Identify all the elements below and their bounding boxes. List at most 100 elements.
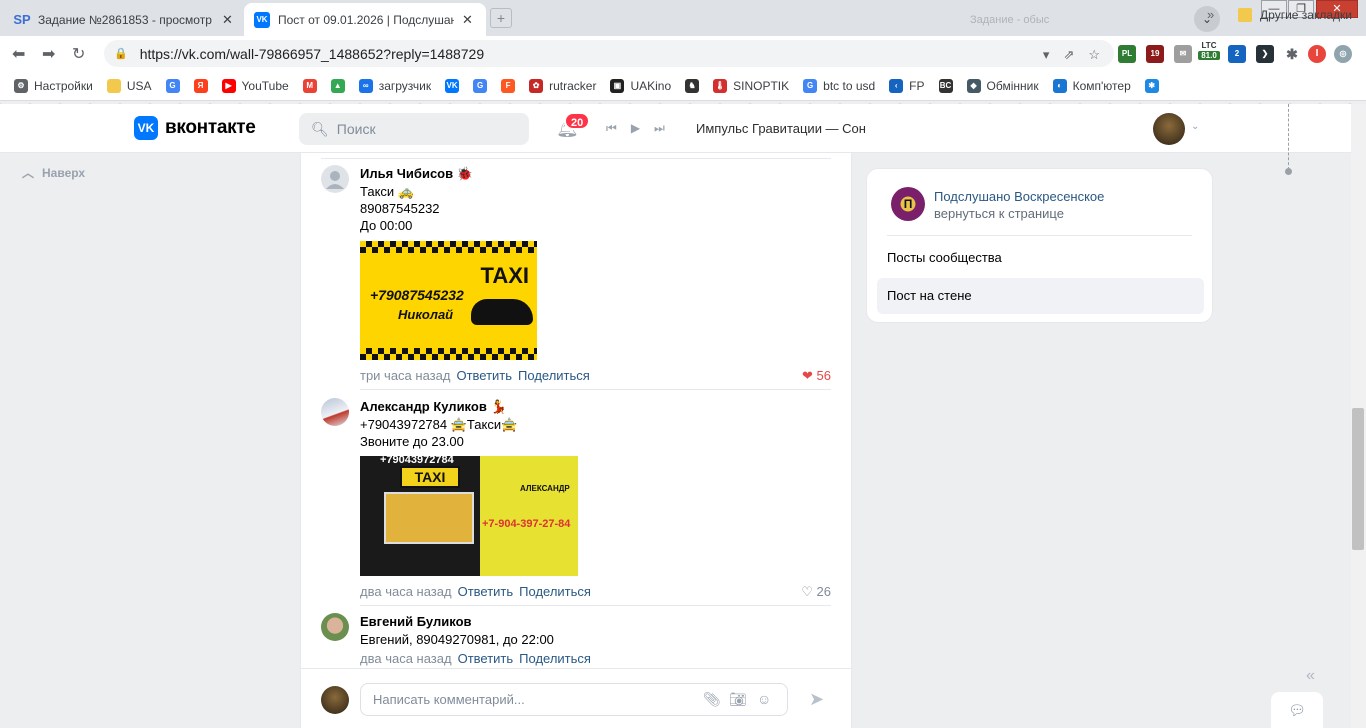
search-placeholder: Поиск: [336, 121, 376, 137]
sidebar-item-community-posts[interactable]: Посты сообщества: [877, 240, 1204, 276]
bookmark-item[interactable]: Gbtc to usd: [803, 78, 876, 93]
comment-text-line: Евгений, 89049270981, до 22:00: [360, 632, 554, 647]
bookmark-item[interactable]: ▲: [330, 78, 345, 93]
user-avatar[interactable]: [321, 613, 349, 641]
address-bar[interactable]: 🔒 https://vk.com/wall-79866957_1488652?r…: [104, 40, 1114, 67]
browser-tab-task[interactable]: SP Задание №2861853 - просмотр за ✕: [4, 3, 244, 36]
reply-link[interactable]: Ответить: [456, 368, 512, 383]
back-to-page-link[interactable]: вернуться к странице: [934, 206, 1064, 221]
share-link[interactable]: Поделиться: [519, 584, 591, 599]
extension-counter-icon[interactable]: 19: [1146, 45, 1164, 63]
comment-time[interactable]: два часа назад: [360, 584, 452, 599]
url-text[interactable]: https://vk.com/wall-79866957_1488652?rep…: [140, 46, 484, 62]
comment-input-placeholder: Написать комментарий...: [373, 692, 525, 707]
bookmark-item[interactable]: Я: [193, 78, 208, 93]
more-bookmarks-chevron-icon[interactable]: »: [1207, 7, 1214, 22]
close-tab-icon[interactable]: ✕: [222, 12, 233, 28]
bookmark-item[interactable]: ∞ загрузчик: [358, 78, 432, 93]
extension-pl-icon[interactable]: PL: [1118, 45, 1136, 63]
comment-image-taxi[interactable]: TAXI +79087545232 Николай: [360, 241, 537, 360]
next-track-icon[interactable]: ⏭: [654, 121, 665, 136]
comment-input[interactable]: Написать комментарий...: [360, 683, 788, 716]
like-button[interactable]: ❤ 56: [802, 367, 831, 385]
comment-author[interactable]: Александр Куликов 💃: [360, 398, 831, 416]
bookmark-item[interactable]: BC: [938, 78, 953, 93]
bookmark-item[interactable]: ✿ rutracker: [529, 78, 597, 93]
other-bookmarks-label: Другие закладки: [1260, 8, 1352, 22]
previous-track-icon[interactable]: ⏮: [606, 121, 617, 136]
vk-logo[interactable]: VK вконтакте: [134, 116, 256, 140]
bookmark-item[interactable]: ⚙ Настройки: [14, 78, 93, 93]
bookmark-item[interactable]: ✱: [1144, 78, 1159, 93]
bookmark-label: rutracker: [549, 78, 597, 93]
close-tab-icon[interactable]: ✕: [462, 12, 473, 28]
extension-mail-icon[interactable]: ✉: [1174, 45, 1192, 63]
extension-download-icon[interactable]: 2: [1228, 45, 1246, 63]
group-name-link[interactable]: Подслушано Воскресенское: [934, 189, 1104, 204]
bookmark-item[interactable]: VK: [445, 78, 460, 93]
share-link[interactable]: Поделиться: [519, 651, 591, 666]
bookmark-item[interactable]: ▣ UAKino: [610, 78, 671, 93]
scrollbar-thumb[interactable]: [1352, 408, 1364, 550]
profile-avatar[interactable]: I: [1308, 45, 1326, 63]
sidebar-item-wall-post[interactable]: Пост на стене: [877, 278, 1204, 314]
extension-terminal-icon[interactable]: ❯: [1256, 45, 1274, 63]
play-icon[interactable]: ▶: [631, 121, 640, 136]
bookmark-item[interactable]: F: [501, 78, 516, 93]
bookmark-star-icon[interactable]: ☆: [1088, 47, 1100, 63]
comment-time[interactable]: два часа назад: [360, 651, 452, 666]
back-arrow-icon[interactable]: ⬅: [12, 44, 25, 64]
bookmark-item[interactable]: ◐ Комп'ютер: [1052, 78, 1131, 93]
forward-arrow-icon[interactable]: ➡: [42, 44, 55, 64]
default-avatar[interactable]: [321, 165, 349, 193]
reply-link[interactable]: Ответить: [458, 651, 514, 666]
bookmark-item[interactable]: 🌡︎ SINOPTIK: [713, 78, 789, 93]
reply-link[interactable]: Ответить: [458, 584, 514, 599]
attach-paperclip-icon[interactable]: 📎︎: [703, 691, 721, 708]
camera-icon[interactable]: 📷︎: [729, 691, 747, 708]
comment-author[interactable]: Евгений Буликов: [360, 613, 831, 631]
new-tab-button[interactable]: +: [490, 8, 512, 28]
chevron-down-icon[interactable]: ⌄: [1191, 121, 1199, 132]
comment-image-taxi[interactable]: +79043972784 TAXI АЛЕКСАНДР +7-904-397-2…: [360, 456, 578, 576]
bookmark-item[interactable]: G: [473, 78, 488, 93]
dropdown-arrow-icon[interactable]: ▾: [1043, 47, 1050, 63]
ltc-price-extension[interactable]: LTC 81.0: [1198, 41, 1220, 67]
browser-tab-vk-post[interactable]: VK Пост от 09.01.2026 | Подслушано ✕: [244, 3, 486, 36]
share-icon[interactable]: ⇗: [1063, 47, 1074, 63]
bookmark-item[interactable]: ♞: [685, 78, 700, 93]
collapse-chats-icon[interactable]: «: [1306, 667, 1315, 685]
bookmark-item[interactable]: ▶ YouTube: [221, 78, 289, 93]
background-tab[interactable]: Задание - обыс: [960, 3, 1100, 36]
reload-icon[interactable]: ↻: [72, 44, 85, 64]
fp-icon: ‹: [889, 78, 904, 93]
vk-search-input[interactable]: 🔍︎ Поиск: [299, 113, 529, 145]
emoji-smile-icon[interactable]: ☺: [757, 691, 771, 707]
extension-globe-icon[interactable]: ◎: [1334, 45, 1352, 63]
extensions-puzzle-icon[interactable]: ✱: [1283, 45, 1301, 63]
current-user-avatar[interactable]: [321, 686, 349, 714]
comments-panel: Илья Чибисов 🐞 Такси 🚕 89087545232 До 00…: [300, 153, 852, 728]
like-button[interactable]: ♡ 26: [801, 583, 831, 601]
share-link[interactable]: Поделиться: [518, 368, 590, 383]
group-avatar[interactable]: П: [891, 187, 925, 221]
yandex-icon: Я: [193, 78, 208, 93]
user-avatar[interactable]: [1153, 113, 1185, 145]
bookmark-item[interactable]: G: [165, 78, 180, 93]
scroll-to-top-button[interactable]: ︿ Наверх: [22, 164, 85, 181]
bookmark-item[interactable]: M: [302, 78, 317, 93]
comment-time[interactable]: три часа назад: [360, 368, 450, 383]
send-arrow-icon[interactable]: ➤: [809, 689, 824, 710]
browser-toolbar: ⬅ ➡ ↻ 🔒 https://vk.com/wall-79866957_148…: [0, 36, 1366, 71]
other-bookmarks-folder[interactable]: Другие закладки: [1238, 8, 1352, 22]
bookmark-item[interactable]: ◆ Обмінник: [966, 78, 1039, 93]
comment-text-line: До 00:00: [360, 218, 413, 233]
comment-author[interactable]: Илья Чибисов 🐞: [360, 165, 831, 183]
bookmark-label: загрузчик: [378, 78, 432, 93]
user-avatar[interactable]: [321, 398, 349, 426]
bookmark-item[interactable]: ‹ FP: [889, 78, 925, 93]
bookmark-label: btc to usd: [823, 78, 876, 93]
chat-button[interactable]: 💬︎: [1271, 692, 1323, 728]
bookmark-item[interactable]: USA: [106, 78, 152, 93]
current-track-title[interactable]: Импульс Гравитации — Сон: [696, 121, 866, 136]
